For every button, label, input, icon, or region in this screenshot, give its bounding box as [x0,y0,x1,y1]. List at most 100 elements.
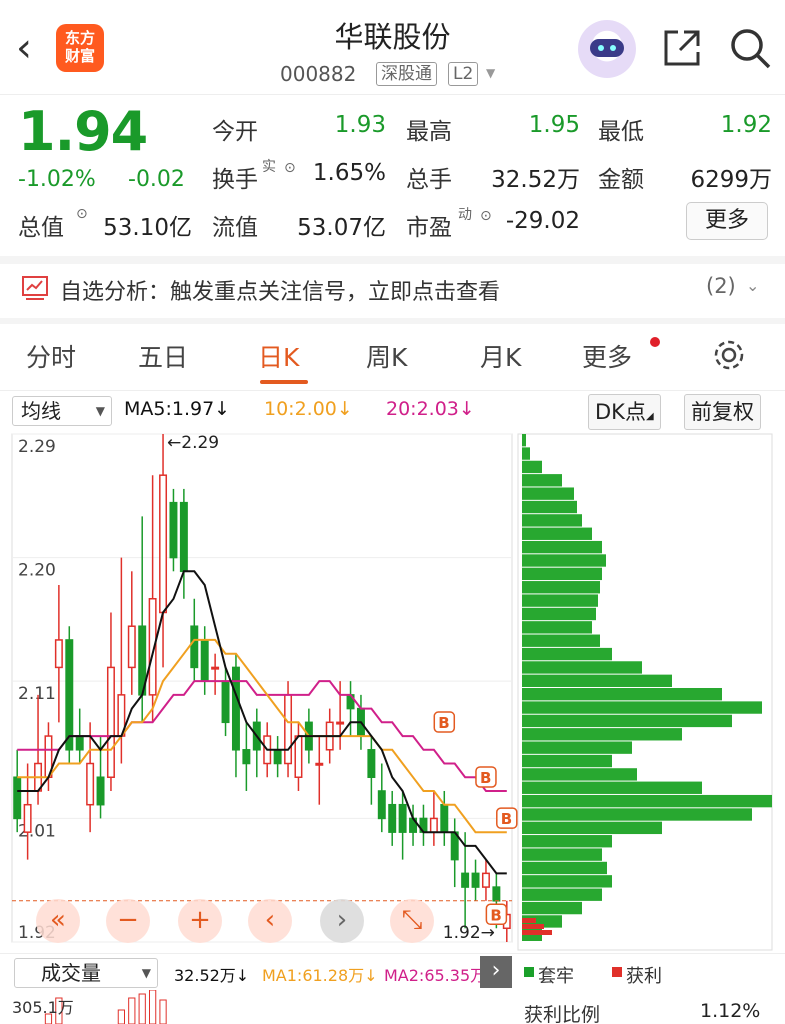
divider [0,318,785,324]
volume-bar [128,997,136,1024]
candle-body [315,762,324,766]
ma5-label: MA5:1.97↓ [124,398,231,420]
divider [0,256,785,264]
volume-bars [44,990,167,1024]
volume-profile-bar [522,634,600,647]
volume-ma1-label: MA1:61.28万↓ [262,966,378,985]
tab-monthly-k[interactable]: 月K [480,338,521,374]
active-tab-indicator [260,380,308,384]
tab-minute[interactable]: 分时 [26,338,76,374]
candle-body [231,666,240,751]
candle-body [127,625,136,669]
max-price-marker: ←2.29 [167,433,219,453]
buy-signal-label: B [501,810,512,828]
notification-dot [650,337,660,347]
profit-profile-bar [522,924,544,929]
volume-profile-bar [522,661,642,674]
divider [0,390,785,391]
alert-text[interactable]: 自选分析：触发重点关注信号，立即点击查看 [60,274,500,306]
high-value: 1.95 [528,112,580,138]
next-button[interactable]: › [320,899,364,943]
plus-button[interactable]: + [178,899,222,943]
candle-body [75,735,84,751]
candle-body [440,803,449,833]
chevron-down-icon[interactable]: ▼ [486,66,495,80]
last-price: 1.94 [18,100,148,163]
candle-body [492,886,501,902]
chevron-down-icon[interactable]: ⌄ [746,276,759,295]
candle-body [13,776,22,820]
trapped-legend-swatch [524,967,534,977]
volume-profile-bar [522,594,598,607]
dk-point-button[interactable]: DK点◢ [588,394,661,430]
assistant-avatar-icon[interactable] [578,20,636,78]
tab-weekly-k[interactable]: 周K [366,338,407,374]
gear-icon[interactable] [712,338,746,376]
ma10-label: 10:2.00↓ [264,398,353,420]
candle-body [273,749,282,765]
more-button[interactable]: 更多 [686,202,768,240]
indicator-select[interactable]: 均线 ▼ [12,396,112,426]
candle-body [377,790,386,820]
volume-profile-bar [522,460,542,474]
volume-profile-bar [522,500,577,514]
candlestick-chart[interactable]: 2.292.202.112.011.92←2.291.92→BBBB [0,430,785,955]
search-icon[interactable] [728,26,772,70]
candle-body [242,749,251,765]
ma20-label: 20:2.03↓ [386,398,475,420]
chevron-down-icon: ▼ [95,404,105,418]
chevron-right-icon[interactable]: › [480,956,512,988]
mcap-label: 总值 [18,215,64,241]
volume-profile-bar [522,901,582,915]
volume-indicator-select[interactable]: 成交量 ▼ [14,958,158,988]
adjust-button[interactable]: 前复权 [684,394,761,430]
change-percent: -1.02% [18,167,96,192]
volume-profile-bar [522,474,562,487]
candle-body [106,666,115,778]
candle-body [284,694,293,765]
min-price-marker: 1.92→ [443,923,495,943]
volume-profile-bar [522,567,602,581]
candle-body [200,639,209,682]
minus-button[interactable]: − [106,899,150,943]
volume-profile-bar [522,714,732,728]
volume-select-label: 成交量 [41,961,101,985]
volume-profile-bar [522,581,600,594]
buy-signal-label: B [480,769,491,787]
tab-more[interactable]: 更多 [582,338,632,374]
float-label: 流值 [212,215,258,241]
expand-button[interactable]: ⤡ [390,899,434,943]
profit-legend-swatch [612,967,622,977]
change-amount: -0.02 [128,167,185,192]
zoom-out-far-button[interactable]: « [36,899,80,943]
stock-code: 000882 [280,62,357,86]
tag-level2: L2 [448,62,479,86]
y-tick-label: 2.11 [18,684,56,704]
float-value: 53.07亿 [297,215,386,241]
candle-body [65,639,74,751]
volume-profile-bar [522,794,772,808]
turnover-label: 换手 [212,167,258,193]
volume-axis-max: 305.1万 [12,998,74,1017]
volume-profile-bar [522,514,582,527]
buy-signal-label: B [490,906,501,924]
candle-body [398,803,407,833]
prev-button[interactable]: ‹ [248,899,292,943]
volume-profile-bar [522,621,592,634]
profit-ratio-label: 获利比例 [524,1004,601,1024]
tab-daily-k[interactable]: 日K [258,338,299,374]
volume-profile-bar [522,540,602,554]
volume-profile-bar [522,647,612,661]
tab-five-day[interactable]: 五日 [138,338,188,374]
volume-value: 32.52万 [491,167,580,193]
volume-profile-bar [522,554,606,567]
profit-ratio-value: 1.12% [700,1000,761,1022]
high-label: 最高 [406,119,452,145]
turnover-value: 1.65% [312,160,386,186]
tag-sz-connect: 深股通 [376,62,437,86]
alert-count: (2) [706,274,736,298]
candle-body [169,501,178,559]
volume-profile-bar [522,447,530,460]
candle-body [429,817,438,833]
share-icon[interactable] [660,26,704,70]
